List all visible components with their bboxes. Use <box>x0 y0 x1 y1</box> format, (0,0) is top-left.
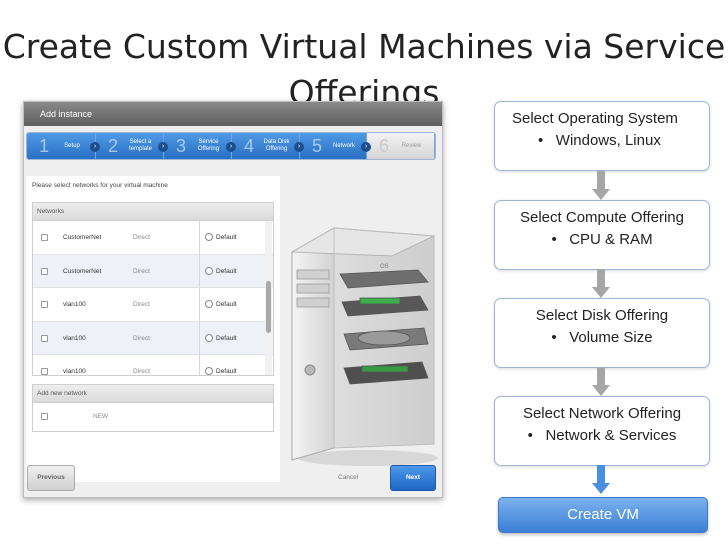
default-label: Default <box>216 334 237 342</box>
radio-icon[interactable] <box>205 300 213 308</box>
default-label: Default <box>216 301 237 308</box>
flow-step-detail: Network & Services <box>545 427 677 444</box>
step-label: Service Offering <box>197 139 220 152</box>
step-setup[interactable]: 1 Setup › <box>27 133 100 159</box>
flow-step-detail: CPU & RAM <box>569 231 653 248</box>
checkbox-icon[interactable] <box>41 267 48 275</box>
step-label: Setup <box>64 142 80 149</box>
column-divider <box>199 254 200 287</box>
arrow-down-icon <box>592 269 610 298</box>
flow-step-title: Select Operating System <box>512 110 678 127</box>
network-row: vlan100 Direct Default <box>33 288 273 322</box>
wizard-steps: 1 Setup › 2 Select a template › 3 Servic… <box>26 132 436 160</box>
flow-step-title: Select Network Offering <box>522 405 682 422</box>
flow-step-detail: Volume Size <box>569 329 653 346</box>
step-network[interactable]: 5 Network › <box>300 133 371 159</box>
step-service-offering[interactable]: 3 Service Offering › <box>164 133 236 159</box>
chevron-right-icon: › <box>90 142 100 152</box>
create-vm-button[interactable]: Create VM <box>498 497 708 533</box>
network-type: Direct <box>133 334 150 342</box>
step-number: 1 <box>38 135 49 156</box>
network-row: vlan100 Direct Default <box>33 355 273 375</box>
dialog-title: Add instance <box>24 102 442 126</box>
network-panel: Please select networks for your virtual … <box>26 176 280 482</box>
network-instruction: Please select networks for your virtual … <box>32 182 168 189</box>
arrow-down-icon <box>592 171 610 200</box>
flow-step-bullet: • Windows, Linux <box>512 130 709 152</box>
chevron-right-icon: › <box>158 142 168 152</box>
network-row: vlan100 Direct Default <box>33 321 273 355</box>
column-divider <box>199 221 200 254</box>
add-instance-dialog: Add instance 1 Setup › 2 Select a templa… <box>23 101 443 498</box>
bullet-icon: • <box>538 132 544 149</box>
server-tower-icon: OS <box>290 227 438 466</box>
checkbox-icon[interactable] <box>41 234 48 241</box>
step-label: Review <box>401 142 422 149</box>
add-network-row: NEW <box>33 403 273 432</box>
flow-step-title: Select Compute Offering <box>520 209 684 226</box>
bullet-icon: • <box>551 329 557 346</box>
next-button[interactable]: Next <box>390 465 436 491</box>
add-network-header: Add new network <box>33 385 273 403</box>
flow-step-compute-offering: Select Compute Offering • CPU & RAM <box>494 200 710 270</box>
flow-step-detail: Windows, Linux <box>555 132 661 149</box>
previous-button[interactable]: Previous <box>27 465 75 491</box>
flow-step-disk-offering: Select Disk Offering • Volume Size <box>494 298 710 368</box>
checkbox-icon[interactable] <box>41 368 48 375</box>
network-name: vlan100 <box>63 334 86 342</box>
bullet-icon: • <box>527 427 533 444</box>
arrow-down-icon <box>592 367 610 396</box>
flow-step-bullet: • Volume Size <box>495 327 709 349</box>
column-divider <box>199 321 200 354</box>
radio-icon[interactable] <box>205 367 213 375</box>
network-row: CustomerNet Direct Default <box>33 254 273 288</box>
step-label: Select a template <box>128 139 152 152</box>
flow-step-title: Select Disk Offering <box>535 307 669 324</box>
default-label: Default <box>216 234 237 241</box>
flow-step-operating-system: Select Operating System • Windows, Linux <box>494 101 710 171</box>
checkbox-icon[interactable] <box>41 334 48 342</box>
step-select-template[interactable]: 2 Select a template › <box>96 133 168 159</box>
network-type: Direct <box>133 368 150 375</box>
column-divider <box>199 355 200 375</box>
cancel-button[interactable]: Cancel <box>338 474 358 481</box>
radio-icon[interactable] <box>205 333 213 342</box>
scroll-thumb[interactable] <box>266 281 271 333</box>
add-network-section: Add new network NEW <box>32 384 274 432</box>
step-review[interactable]: 6 Review <box>367 133 435 159</box>
step-data-disk-offering[interactable]: 4 Data Disk Offering › <box>232 133 304 159</box>
network-name: CustomerNet <box>63 234 102 241</box>
default-label: Default <box>216 368 237 375</box>
new-network-label: NEW <box>93 413 109 420</box>
network-name: vlan100 <box>63 368 86 375</box>
chevron-right-icon: › <box>361 142 371 152</box>
flow-step-network-offering: Select Network Offering • Network & Serv… <box>494 396 710 466</box>
radio-icon[interactable] <box>205 233 213 241</box>
radio-icon[interactable] <box>205 266 213 275</box>
arrow-down-icon <box>592 465 610 494</box>
checkbox-icon[interactable] <box>41 301 48 308</box>
bullet-icon: • <box>551 231 557 248</box>
chevron-right-icon: › <box>294 142 304 152</box>
network-row: CustomerNet Direct Default <box>33 221 273 255</box>
network-type: Direct <box>133 301 150 308</box>
network-type: Direct <box>133 267 150 275</box>
column-divider <box>199 288 200 321</box>
networks-header: Networks <box>33 203 273 221</box>
step-label: Network <box>332 142 355 149</box>
flow-step-bullet: • Network & Services <box>495 425 709 447</box>
networks-scrollbar[interactable] <box>265 221 272 375</box>
network-type: Direct <box>133 234 150 241</box>
networks-table: Networks CustomerNet Direct Default Cust… <box>32 202 274 376</box>
default-label: Default <box>216 267 237 275</box>
flow-step-bullet: • CPU & RAM <box>495 229 709 251</box>
checkbox-icon[interactable] <box>41 413 48 420</box>
network-name: vlan100 <box>63 301 86 308</box>
svg-text:OS: OS <box>380 264 389 270</box>
chevron-right-icon: › <box>226 142 236 152</box>
network-name: CustomerNet <box>63 267 102 275</box>
step-label: Data Disk Offering <box>263 139 290 152</box>
